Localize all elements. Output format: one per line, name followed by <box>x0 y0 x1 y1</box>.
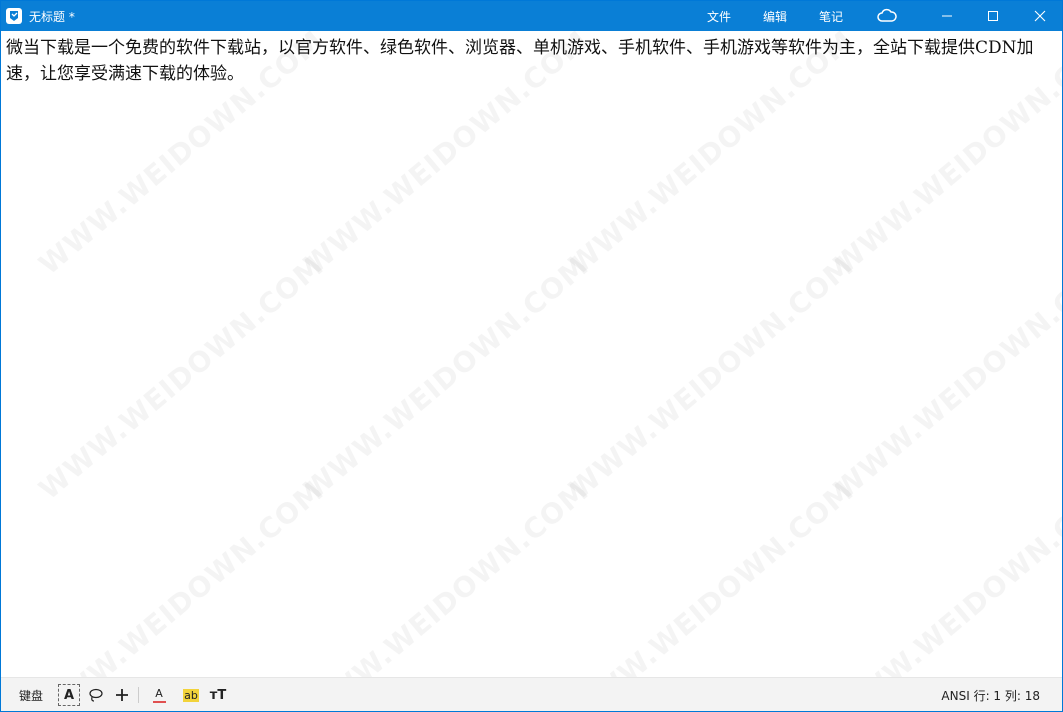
add-button[interactable] <box>111 684 133 706</box>
menu-bar: 文件 编辑 笔记 <box>691 1 859 31</box>
menu-edit[interactable]: 编辑 <box>747 8 803 25</box>
maximize-icon <box>988 11 998 21</box>
lasso-button[interactable] <box>85 684 107 706</box>
watermark: WWW.WEIDOWN.COM <box>33 249 330 506</box>
maximize-button[interactable] <box>970 1 1016 31</box>
font-color-label: A <box>155 687 163 700</box>
window-title: 无标题 * <box>29 9 75 24</box>
minimize-icon <box>942 15 952 17</box>
watermark: WWW.WEIDOWN.COM <box>298 249 595 506</box>
highlight-label: ab <box>183 688 199 702</box>
plus-icon <box>116 689 128 701</box>
watermark: WWW.WEIDOWN.COM <box>563 474 860 677</box>
watermark: WWW.WEIDOWN.COM <box>298 474 595 677</box>
highlight-button[interactable]: ab <box>180 684 202 706</box>
watermark: WWW.WEIDOWN.COM <box>828 249 1062 506</box>
editor-content[interactable]: 微当下载是一个免费的软件下载站，以官方软件、绿色软件、浏览器、单机游戏、手机软件… <box>6 35 1037 87</box>
cloud-sync-icon[interactable] <box>877 8 897 24</box>
status-bar: 键盘 A A ab тT ANSI 行: 1 列: 18 <box>1 677 1062 711</box>
font-size-button[interactable]: тT <box>207 684 229 706</box>
close-icon <box>1034 10 1046 22</box>
minimize-button[interactable] <box>924 1 970 31</box>
watermark: WWW.WEIDOWN.COM <box>33 474 330 677</box>
menu-notes[interactable]: 笔记 <box>803 8 859 25</box>
font-color-swatch <box>152 701 166 703</box>
menu-file[interactable]: 文件 <box>691 8 747 25</box>
text-editor[interactable]: WWW.WEIDOWN.COM WWW.WEIDOWN.COM WWW.WEID… <box>1 31 1062 677</box>
cursor-status: ANSI 行: 1 列: 18 <box>941 687 1040 704</box>
encoding-label[interactable]: ANSI <box>941 689 969 703</box>
text-tool-button[interactable]: A <box>58 684 80 706</box>
lasso-icon <box>89 688 103 702</box>
app-logo-icon <box>6 8 22 24</box>
font-color-button[interactable]: A <box>148 684 170 706</box>
cursor-position: 行: 1 列: 18 <box>973 689 1040 703</box>
close-button[interactable] <box>1017 1 1062 31</box>
watermark: WWW.WEIDOWN.COM <box>828 474 1062 677</box>
toolbar-divider <box>138 687 139 703</box>
title-bar[interactable]: 无标题 * 文件 编辑 笔记 <box>1 1 1062 31</box>
watermark: WWW.WEIDOWN.COM <box>563 249 860 506</box>
app-window: 无标题 * 文件 编辑 笔记 WWW.WEIDOWN.COM WWW.WEIDO… <box>0 0 1063 712</box>
keyboard-button[interactable]: 键盘 <box>19 687 43 704</box>
